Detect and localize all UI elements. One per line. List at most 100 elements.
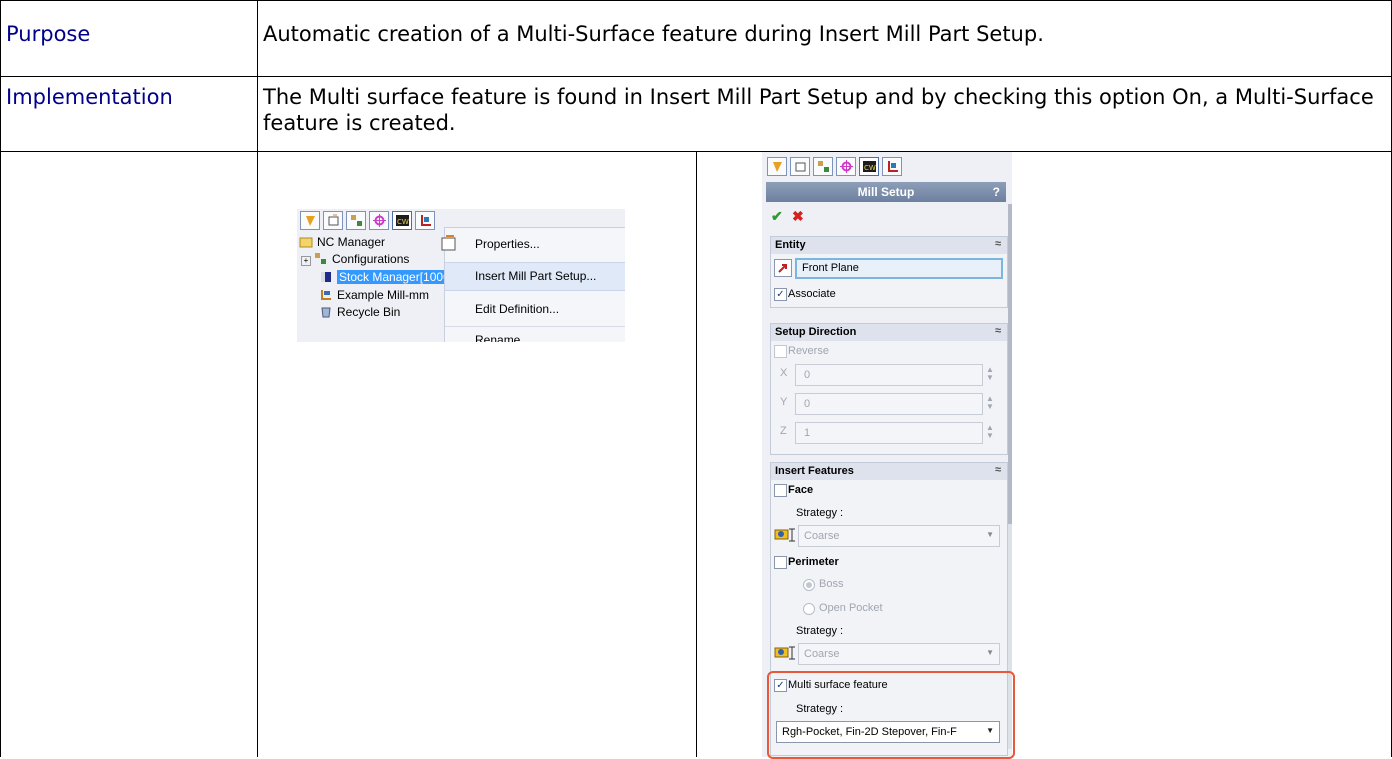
collapse-icon[interactable]: ≈	[995, 464, 1001, 476]
mill-setup-screenshot: CW Mill Setup ? ✔ ✖ Entity ≈ Front Plane …	[762, 152, 1012, 757]
z-label: Z	[780, 425, 787, 437]
perimeter-strategy-label: Strategy :	[796, 625, 844, 637]
menu-item-rename[interactable]: Rename	[445, 326, 625, 342]
chevron-down-icon: ▼	[986, 530, 994, 539]
implementation-label: Implementation	[6, 85, 173, 109]
table-column-divider	[696, 151, 697, 757]
y-spinner[interactable]: ▲ ▼	[986, 395, 996, 411]
perimeter-checkbox[interactable]	[774, 556, 787, 569]
purpose-label: Purpose	[6, 22, 91, 46]
y-label: Y	[780, 396, 788, 408]
perimeter-label: Perimeter	[788, 556, 839, 568]
setup-direction-header[interactable]: Setup Direction ≈	[771, 324, 1007, 341]
face-strategy-select[interactable]: Coarse ▼	[798, 525, 1000, 547]
x-spinner[interactable]: ▲ ▼	[986, 366, 996, 382]
associate-checkbox[interactable]: ✓	[774, 288, 787, 301]
entity-group: Entity ≈ Front Plane ✓ Associate	[770, 236, 1008, 308]
setup-direction-group: Setup Direction ≈ Reverse X 0 ▲ ▼ Y 0 ▲ ▼ Z…	[770, 323, 1008, 455]
face-strategy-label: Strategy :	[796, 507, 844, 519]
cancel-x-icon[interactable]: ✖	[792, 208, 804, 225]
mill-setup-title-bar: Mill Setup ?	[766, 182, 1006, 202]
nc-manager-icon[interactable]	[882, 157, 902, 176]
menu-item-edit-definition[interactable]: Edit Definition...	[445, 296, 625, 323]
panel-title: Mill Setup	[857, 185, 915, 199]
collapse-icon[interactable]: ≈	[995, 238, 1001, 250]
configuration-manager-icon[interactable]	[813, 157, 833, 176]
x-label: X	[780, 367, 788, 379]
feature-manager-icon[interactable]	[300, 211, 320, 230]
tree-root-nc-manager[interactable]: NC Manager	[299, 235, 385, 249]
configuration-manager-icon[interactable]	[346, 211, 366, 230]
menu-item-label: Properties...	[475, 237, 540, 251]
scrollbar[interactable]	[1008, 204, 1012, 749]
chevron-down-icon: ▼	[986, 648, 994, 657]
part-setup-icon	[321, 290, 331, 300]
properties-icon	[441, 235, 456, 251]
menu-item-label: Insert Mill Part Setup...	[475, 269, 597, 283]
perimeter-strategy-select[interactable]: Coarse ▼	[798, 643, 1000, 665]
menu-item-insert-mill-part-setup[interactable]: Insert Mill Part Setup...	[445, 262, 625, 291]
entity-field[interactable]: Front Plane	[795, 258, 1003, 279]
context-menu: Properties... Insert Mill Part Setup... …	[441, 227, 625, 342]
expand-icon[interactable]: +	[301, 256, 311, 266]
entity-group-header[interactable]: Entity ≈	[771, 237, 1007, 254]
manager-tab-bar: CW	[297, 209, 435, 231]
reverse-label: Reverse	[788, 345, 829, 357]
y-value: 0	[804, 398, 811, 410]
tree-item-configurations[interactable]: + Configurations	[301, 252, 409, 266]
open-pocket-radio[interactable]	[803, 603, 815, 615]
dimxpert-icon[interactable]	[369, 211, 389, 230]
collapse-icon[interactable]: ≈	[995, 325, 1001, 337]
tree-item-stock-manager[interactable]: Stock Manager[1000]	[319, 270, 456, 284]
entity-value: Front Plane	[802, 262, 859, 274]
reverse-checkbox[interactable]	[774, 345, 787, 358]
menu-item-label: Rename	[475, 333, 521, 342]
multi-surface-highlight	[767, 671, 1015, 759]
help-icon[interactable]: ?	[993, 185, 1000, 199]
table-border-left	[0, 0, 1, 757]
menu-item-properties[interactable]: Properties...	[441, 231, 625, 258]
face-label: Face	[788, 484, 814, 496]
camworks-icon[interactable]: CW	[392, 211, 412, 230]
strategy-icon	[774, 528, 795, 542]
z-spinner[interactable]: ▲ ▼	[986, 424, 996, 440]
stock-manager-icon	[321, 272, 331, 282]
tree-item-label: Recycle Bin	[337, 305, 401, 319]
open-pocket-label: Open Pocket	[819, 602, 883, 614]
table-border-top	[0, 0, 1392, 1]
boss-radio[interactable]	[803, 579, 815, 591]
tree-item-label: Stock Manager[1000]	[337, 270, 456, 284]
x-input[interactable]: 0	[795, 364, 983, 386]
entity-select-icon[interactable]	[774, 259, 792, 277]
menu-item-label: Edit Definition...	[475, 302, 560, 316]
tree-item-label: Configurations	[332, 252, 410, 266]
strategy-icon	[774, 646, 795, 660]
manager-tab-bar: CW	[764, 152, 902, 177]
svg-text:CW: CW	[397, 218, 409, 226]
z-value: 1	[804, 427, 811, 439]
z-input[interactable]: 1	[795, 422, 983, 444]
scrollbar-thumb[interactable]	[1008, 204, 1012, 524]
nc-manager-icon[interactable]	[415, 211, 435, 230]
recycle-bin-icon	[321, 307, 331, 318]
nc-manager-folder-icon	[299, 237, 313, 248]
boss-label: Boss	[819, 578, 844, 590]
insert-features-header[interactable]: Insert Features ≈	[771, 463, 1007, 480]
y-input[interactable]: 0	[795, 393, 983, 415]
feature-manager-icon[interactable]	[767, 157, 787, 176]
ok-check-icon[interactable]: ✔	[771, 208, 783, 225]
face-checkbox[interactable]	[774, 484, 787, 497]
group-title: Entity	[775, 239, 806, 251]
tree-item-label: Example Mill-mm	[337, 288, 430, 302]
property-manager-icon[interactable]	[323, 211, 343, 230]
implementation-text: The Multi surface feature is found in In…	[263, 85, 1374, 135]
dimxpert-icon[interactable]	[836, 157, 856, 176]
tree-item-example-mill[interactable]: Example Mill-mm	[319, 288, 429, 302]
table-column-divider	[257, 0, 258, 757]
group-title: Setup Direction	[775, 326, 857, 338]
camworks-icon[interactable]: CW	[859, 157, 879, 176]
tree-item-recycle-bin[interactable]: Recycle Bin	[319, 305, 400, 319]
tree-root-label: NC Manager	[317, 235, 386, 249]
svg-text:CW: CW	[864, 164, 876, 172]
property-manager-icon[interactable]	[790, 157, 810, 176]
